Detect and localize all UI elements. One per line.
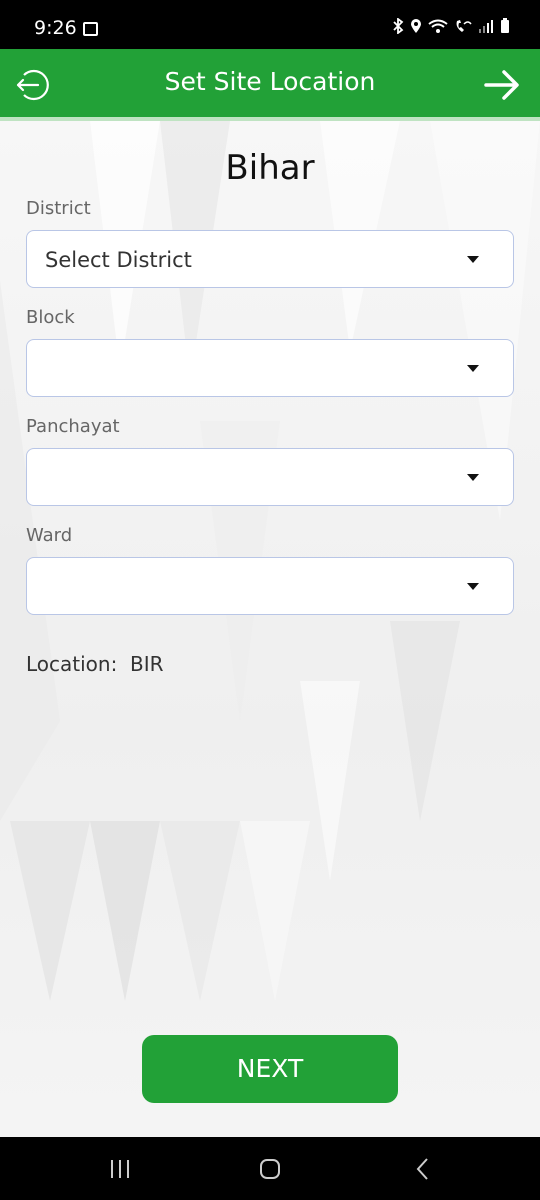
- battery-icon: [501, 18, 509, 33]
- home-button[interactable]: [250, 1155, 290, 1183]
- ward-label: Ward: [26, 525, 73, 546]
- system-nav-bar: [0, 1137, 540, 1200]
- block-label: Block: [26, 307, 75, 328]
- bluetooth-icon: [393, 18, 404, 34]
- location-label: Location:: [26, 652, 118, 676]
- signal-icon: [479, 20, 493, 33]
- panchayat-dropdown[interactable]: [26, 448, 514, 506]
- district-label: District: [26, 198, 91, 219]
- panchayat-label: Panchayat: [26, 416, 120, 437]
- main-content: Bihar District Select District Block Pan…: [0, 121, 540, 1137]
- recent-apps-icon: [111, 1160, 129, 1178]
- state-title: Bihar: [225, 148, 315, 188]
- caret-down-icon: [467, 256, 479, 263]
- wifi-icon: [428, 19, 448, 33]
- caret-down-icon: [467, 474, 479, 481]
- location-icon: [411, 19, 421, 33]
- district-value: Select District: [45, 248, 192, 272]
- status-time: 9:26: [34, 17, 77, 39]
- status-bar: 9:26: [0, 0, 540, 49]
- location-value: BIR: [130, 652, 164, 676]
- caret-down-icon: [467, 583, 479, 590]
- wifi-calling-icon: [456, 20, 472, 32]
- ward-dropdown[interactable]: [26, 557, 514, 615]
- block-dropdown[interactable]: [26, 339, 514, 397]
- home-icon: [260, 1159, 280, 1179]
- back-nav-button[interactable]: [402, 1155, 442, 1183]
- app-bar: Set Site Location: [0, 49, 540, 121]
- next-button[interactable]: NEXT: [142, 1035, 398, 1103]
- location-text: Location: BIR: [26, 652, 164, 676]
- forward-button[interactable]: [482, 65, 522, 105]
- recent-apps-button[interactable]: [100, 1155, 140, 1183]
- page-title: Set Site Location: [164, 67, 376, 96]
- image-icon: [83, 22, 98, 36]
- back-icon: [416, 1158, 428, 1180]
- caret-down-icon: [467, 365, 479, 372]
- status-icons: [392, 18, 510, 34]
- district-dropdown[interactable]: Select District: [26, 230, 514, 288]
- arrow-right-icon: [484, 70, 519, 100]
